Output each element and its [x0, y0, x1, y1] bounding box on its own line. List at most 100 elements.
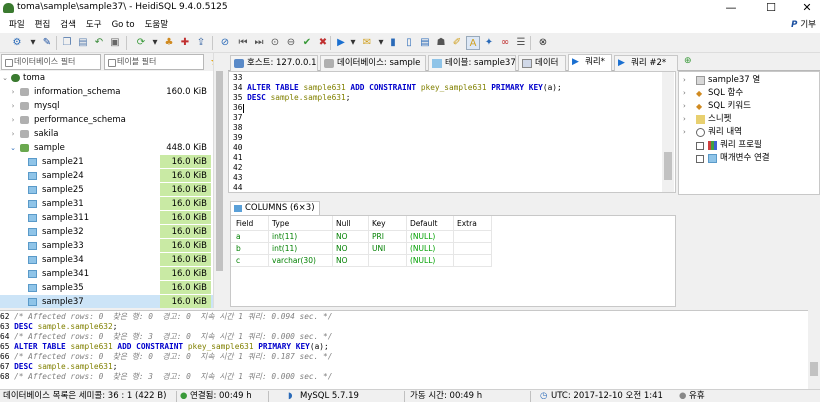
tree-root[interactable]: ⌄ toma: [0, 71, 213, 85]
cell[interactable]: NO: [336, 243, 348, 255]
collapse-icon[interactable]: ⌄: [9, 141, 17, 155]
database-filter-input[interactable]: 데이터베이스 필터: [1, 54, 101, 70]
expand-icon[interactable]: ›: [9, 99, 17, 113]
expand-icon[interactable]: ›: [9, 113, 17, 127]
tree-table[interactable]: sample25 16.0 KiB: [0, 183, 213, 197]
undo-icon[interactable]: ↶: [92, 36, 106, 50]
cell[interactable]: a: [236, 231, 241, 243]
column-header[interactable]: Key: [372, 218, 386, 229]
replace-icon[interactable]: ☰: [514, 36, 528, 50]
new-tab-icon[interactable]: ⊕: [684, 56, 698, 68]
save-icon[interactable]: ▮: [386, 36, 400, 50]
tree-scrollbar[interactable]: [213, 53, 224, 308]
find-icon[interactable]: ☗: [434, 36, 448, 50]
maintenance-icon[interactable]: ✚: [178, 36, 192, 50]
query-settings-icon[interactable]: ✦: [482, 36, 496, 50]
cell[interactable]: int(11): [272, 231, 297, 243]
table-filter-input[interactable]: 테이블 필터: [104, 54, 204, 70]
column-header[interactable]: Default: [410, 218, 437, 229]
sql-editor[interactable]: 33 34 ALTER TABLE sample631 ADD CONSTRAI…: [228, 71, 676, 193]
menu-help[interactable]: 도움말: [140, 17, 173, 33]
skip-first-icon[interactable]: ⏮: [236, 36, 250, 50]
refresh-dropdown-icon[interactable]: ▾: [148, 36, 162, 50]
profile-checkbox[interactable]: [696, 142, 704, 150]
format-icon[interactable]: ✐: [450, 36, 464, 50]
tree-table[interactable]: sample35 16.0 KiB: [0, 281, 213, 295]
refresh-icon[interactable]: ⟳: [134, 36, 148, 50]
tab-data[interactable]: 데이터: [518, 55, 566, 71]
cell[interactable]: (NULL): [410, 255, 435, 267]
explain-icon[interactable]: ✉: [360, 36, 374, 50]
tree-table[interactable]: sample341 16.0 KiB: [0, 267, 213, 281]
uppercase-icon[interactable]: A: [466, 36, 480, 50]
tab-query-2[interactable]: ▶ 쿼리 #2*: [614, 55, 678, 71]
tab-host[interactable]: 호스트: 127.0.0.1: [230, 55, 318, 71]
collapse-icon[interactable]: ⌄: [1, 71, 9, 85]
menu-edit[interactable]: 편집: [30, 17, 56, 33]
column-header[interactable]: Type: [272, 218, 289, 229]
export-icon[interactable]: ⇪: [194, 36, 208, 50]
paste-icon[interactable]: ▤: [76, 36, 90, 50]
bind-params-checkbox[interactable]: [696, 155, 704, 163]
tree-table[interactable]: sample311 16.0 KiB: [0, 211, 213, 225]
tree-db[interactable]: › mysql: [0, 99, 213, 113]
first-record-icon[interactable]: ⊘: [218, 36, 232, 50]
cell[interactable]: varchar(30): [272, 255, 316, 267]
delete-record-icon[interactable]: ⊖: [284, 36, 298, 50]
tree-table[interactable]: sample34 16.0 KiB: [0, 253, 213, 267]
print-icon[interactable]: ▣: [108, 36, 122, 50]
link-icon[interactable]: ∞: [498, 36, 512, 50]
cell[interactable]: PRI: [372, 231, 384, 243]
editor-scrollbar[interactable]: [662, 72, 674, 192]
column-header[interactable]: Field: [236, 218, 253, 229]
new-window-icon[interactable]: ✎: [40, 36, 54, 50]
tab-database[interactable]: 데이터베이스: sample: [320, 55, 426, 71]
user-manager-icon[interactable]: ♣: [162, 36, 176, 50]
close-button[interactable]: ✕: [794, 0, 820, 17]
tree-table[interactable]: sample32 16.0 KiB: [0, 225, 213, 239]
cell[interactable]: (NULL): [410, 243, 435, 255]
tree-db[interactable]: › sakila: [0, 127, 213, 141]
cell[interactable]: (NULL): [410, 231, 435, 243]
cell[interactable]: NO: [336, 231, 348, 243]
tree-table[interactable]: sample31 16.0 KiB: [0, 197, 213, 211]
tree-db[interactable]: › performance_schema: [0, 113, 213, 127]
sql-log[interactable]: 62 /* Affected rows: 0 찾은 행: 0 경고: 0 지속 …: [0, 310, 808, 389]
expand-icon[interactable]: ›: [9, 127, 17, 141]
menu-search[interactable]: 검색: [55, 17, 81, 33]
cell[interactable]: c: [236, 255, 240, 267]
result-grid[interactable]: Field Type Null Key Default Extra a int(…: [230, 215, 676, 307]
insert-record-icon[interactable]: ⊙: [268, 36, 282, 50]
disconnect-icon[interactable]: ▾: [26, 36, 40, 50]
column-header[interactable]: Null: [336, 218, 351, 229]
cancel-edit-icon[interactable]: ✖: [316, 36, 330, 50]
maximize-button[interactable]: ☐: [758, 0, 784, 17]
menu-goto[interactable]: Go to: [107, 17, 140, 33]
tab-query[interactable]: ▶ 쿼리*: [568, 54, 612, 72]
copy-icon[interactable]: ❐: [60, 36, 74, 50]
expand-icon[interactable]: ›: [9, 85, 17, 99]
cell[interactable]: NO: [336, 255, 348, 267]
tree-db-sample[interactable]: ⌄ sample 448.0 KiB: [0, 141, 213, 155]
tree-table[interactable]: sample33 16.0 KiB: [0, 239, 213, 253]
session-manager-icon[interactable]: ⚙: [10, 36, 24, 50]
load-sql-icon[interactable]: ▤: [418, 36, 432, 50]
column-header[interactable]: Extra: [457, 218, 477, 229]
result-tab[interactable]: COLUMNS (6×3): [230, 201, 320, 215]
tree-table[interactable]: sample24 16.0 KiB: [0, 169, 213, 183]
skip-last-icon[interactable]: ⏭: [252, 36, 266, 50]
cell[interactable]: int(11): [272, 243, 297, 255]
cell[interactable]: UNI: [372, 243, 385, 255]
post-icon[interactable]: ✔: [300, 36, 314, 50]
donate-button[interactable]: P 기부: [791, 17, 816, 33]
log-scrollbar[interactable]: [808, 310, 820, 389]
stop-icon[interactable]: ⊗: [536, 36, 550, 50]
menu-tools[interactable]: 도구: [81, 17, 107, 33]
minimize-button[interactable]: —: [718, 0, 744, 17]
run-dropdown-icon[interactable]: ▾: [346, 36, 360, 50]
tree-table[interactable]: sample21 16.0 KiB: [0, 155, 213, 169]
tree-table[interactable]: sample37 16.0 KiB: [0, 295, 213, 308]
tree-db[interactable]: › information_schema 160.0 KiB: [0, 85, 213, 99]
cell[interactable]: b: [236, 243, 241, 255]
tab-table[interactable]: 테이블: sample37: [428, 55, 516, 71]
